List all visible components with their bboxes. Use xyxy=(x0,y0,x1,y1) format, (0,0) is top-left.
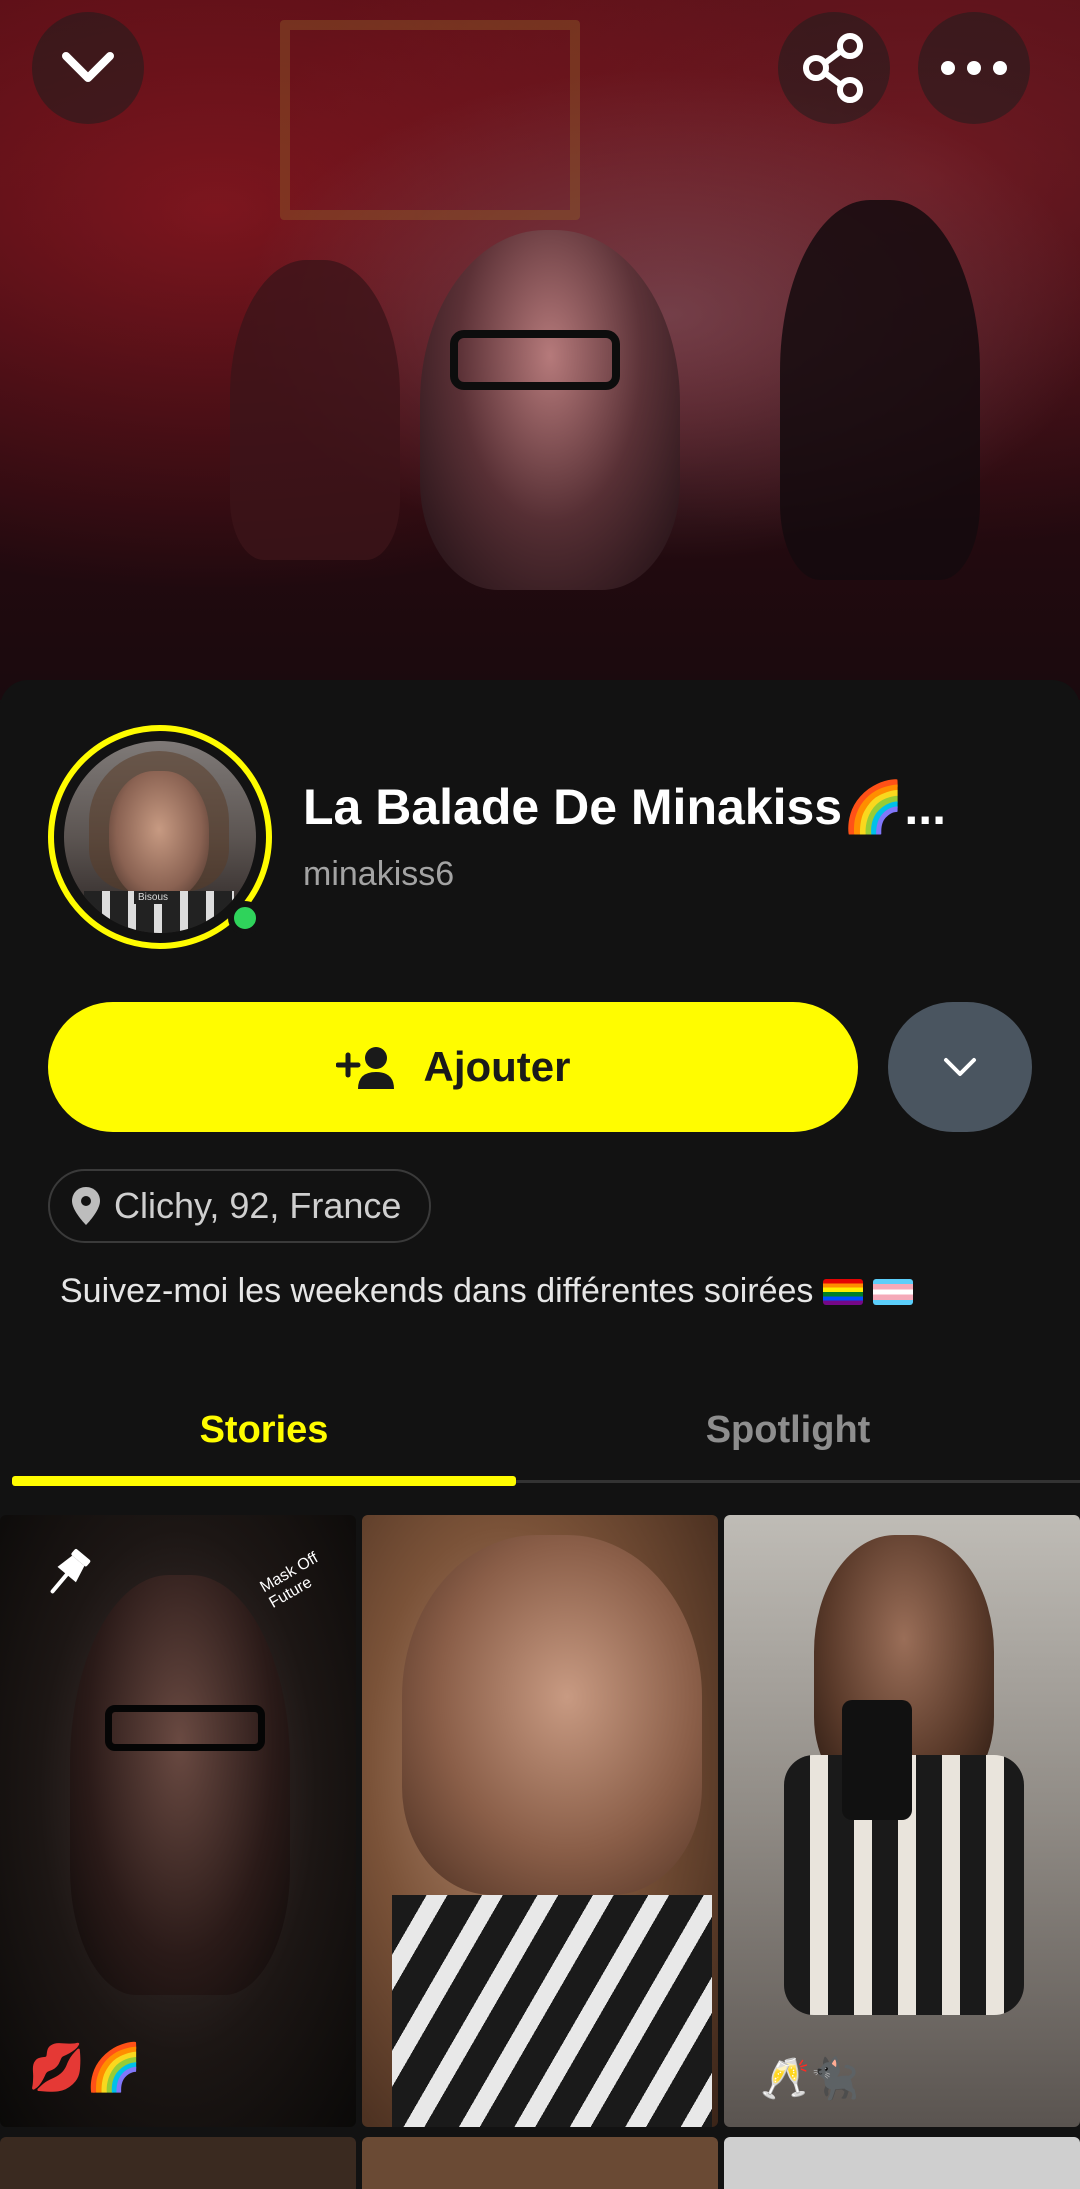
pin-icon xyxy=(50,1549,91,1594)
story-sound-badge: Mask Off Future xyxy=(257,1549,322,1612)
location-text: Clichy, 92, France xyxy=(114,1185,402,1226)
location-pin-icon xyxy=(72,1187,100,1225)
collapse-button[interactable] xyxy=(32,12,144,124)
active-tab-indicator xyxy=(12,1476,516,1486)
tab-divider xyxy=(516,1480,1080,1483)
story-tile[interactable]: Mask Off Future 💋🌈 xyxy=(0,1515,356,2127)
story-tile[interactable] xyxy=(362,1515,718,2127)
add-friend-label: Ajouter xyxy=(423,1043,571,1090)
story-figure xyxy=(402,1535,702,1895)
story-shirt xyxy=(392,1895,712,2127)
avatar-image: Bisous xyxy=(64,741,256,933)
story-tile[interactable]: 🥂🐈‍⬛ xyxy=(724,1515,1080,2127)
profile-display-name: La Balade De Minakiss🌈... xyxy=(303,779,947,835)
crowd-figure xyxy=(230,260,400,560)
location-chip[interactable]: Clichy, 92, France xyxy=(48,1169,432,1243)
profile-username: minakiss6 xyxy=(303,855,455,893)
phone-shape xyxy=(842,1700,912,1820)
profile-bio: Suivez-moi les weekends dans différentes… xyxy=(60,1272,914,1311)
add-friend-icon xyxy=(335,1047,394,1089)
more-options-button[interactable] xyxy=(918,12,1030,124)
tab-stories[interactable]: Stories xyxy=(12,1380,516,1480)
painting-frame xyxy=(280,20,580,220)
add-friend-button[interactable]: Ajouter xyxy=(48,1002,858,1132)
story-emoji: 💋🌈 xyxy=(28,2041,143,2093)
rainbow-flag-icon xyxy=(823,1278,864,1305)
share-button[interactable] xyxy=(778,12,890,124)
tab-spotlight[interactable]: Spotlight xyxy=(536,1380,1040,1480)
glasses-shape xyxy=(450,330,620,390)
share-icon xyxy=(803,33,863,103)
story-emoji: 🥂🐈‍⬛ xyxy=(760,2057,860,2101)
story-figure xyxy=(70,1575,290,1995)
story-tile[interactable] xyxy=(0,2137,356,2189)
cover-person xyxy=(420,230,680,590)
chevron-down-icon xyxy=(944,1058,976,1076)
avatar-face xyxy=(109,771,209,901)
transgender-flag-icon xyxy=(873,1278,914,1305)
more-horizontal-icon xyxy=(941,61,1007,75)
crowd-figure xyxy=(780,200,980,580)
story-tile[interactable] xyxy=(724,2137,1080,2189)
online-status-dot xyxy=(228,901,262,935)
expand-options-button[interactable] xyxy=(888,1002,1032,1132)
story-tile[interactable] xyxy=(362,2137,718,2189)
profile-tabs: Stories Spotlight xyxy=(0,1380,1080,1490)
chevron-down-icon xyxy=(62,52,114,82)
bio-text: Suivez-moi les weekends dans différentes… xyxy=(60,1272,814,1310)
avatar-caption: Bisous xyxy=(134,891,173,904)
glasses-shape xyxy=(105,1705,265,1751)
cover-photo xyxy=(0,0,1080,700)
